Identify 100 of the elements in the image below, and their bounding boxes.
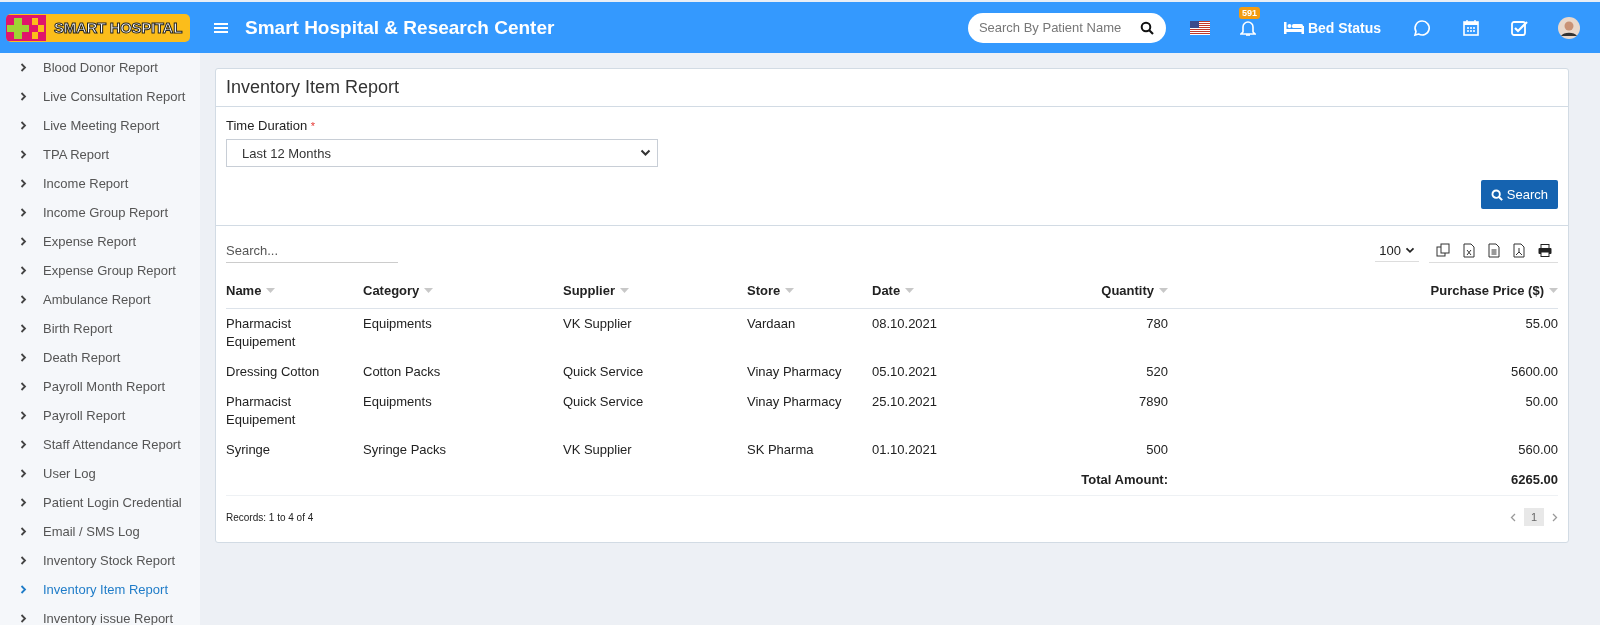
calendar-icon[interactable]	[1463, 19, 1479, 36]
sidebar-item[interactable]: Payroll Month Report	[0, 372, 200, 401]
excel-file-icon[interactable]	[1463, 242, 1475, 258]
flag-icon[interactable]	[1189, 20, 1210, 35]
sort-icon	[905, 287, 915, 293]
table-cell: SK Pharma	[747, 442, 814, 457]
chevron-down-icon	[640, 149, 651, 157]
table-cell: Pharmacist Equipement	[226, 316, 296, 349]
sidebar-item[interactable]: Email / SMS Log	[0, 517, 200, 546]
sort-icon	[1549, 287, 1558, 293]
table-cell: 55.00	[1525, 316, 1558, 331]
sort-icon	[424, 287, 434, 293]
chevron-right-icon	[20, 150, 27, 159]
chevron-right-icon	[20, 556, 27, 565]
table-cell: 01.10.2021	[872, 442, 938, 457]
chevron-right-icon	[20, 208, 27, 217]
logo-text: SMART HOSPITAL	[54, 19, 183, 36]
patient-search-field[interactable]: Search By Patient Name	[967, 12, 1166, 43]
sidebar-item[interactable]: Live Meeting Report	[0, 111, 200, 140]
search-button[interactable]: Search	[1480, 180, 1558, 209]
sidebar-item[interactable]: Inventory Stock Report	[0, 546, 200, 575]
chevron-right-icon	[20, 353, 27, 362]
sidebar-item[interactable]: Expense Report	[0, 227, 200, 256]
table-cell: Vardaan	[747, 316, 796, 331]
sidebar-item[interactable]: Death Report	[0, 343, 200, 372]
sort-icon	[266, 287, 276, 293]
text-file-icon[interactable]	[1488, 242, 1500, 258]
table-cell: VK Supplier	[563, 442, 632, 457]
table-cell: 520	[1146, 364, 1168, 379]
column-header[interactable]: Date	[872, 272, 992, 309]
menu-icon[interactable]	[214, 21, 228, 34]
records-info: Records: 1 to 4 of 4	[226, 511, 314, 523]
sidebar-item[interactable]: Live Consultation Report	[0, 82, 200, 111]
table-cell: Cotton Packs	[363, 364, 441, 379]
column-header[interactable]: Name	[226, 272, 363, 309]
column-header[interactable]: Supplier	[563, 272, 747, 309]
chevron-right-icon	[20, 382, 27, 391]
sidebar-item[interactable]: Income Report	[0, 169, 200, 198]
table-cell: Equipments	[363, 394, 432, 409]
sidebar-item[interactable]: Birth Report	[0, 314, 200, 343]
next-page-icon[interactable]	[1552, 512, 1558, 522]
copy-icon[interactable]	[1436, 243, 1450, 257]
chevron-right-icon	[20, 498, 27, 507]
bed-icon	[1283, 21, 1304, 34]
previous-page-icon[interactable]	[1509, 512, 1516, 522]
chevron-down-icon	[1405, 247, 1415, 254]
sidebar-item[interactable]: Inventory Item Report	[0, 575, 200, 604]
table-cell: Quick Service	[563, 394, 644, 409]
bell-icon[interactable]	[1239, 18, 1256, 37]
chevron-right-icon	[20, 266, 27, 275]
chevron-right-icon	[20, 527, 27, 536]
printer-icon[interactable]	[1538, 243, 1552, 257]
table-cell: Equipments	[363, 316, 432, 331]
table-cell: Pharmacist Equipement	[226, 394, 296, 427]
chevron-right-icon	[20, 179, 27, 188]
sidebar-item[interactable]: Income Group Report	[0, 198, 200, 227]
chevron-right-icon	[20, 585, 27, 594]
pdf-file-icon[interactable]	[1513, 242, 1525, 258]
table-cell: 7890	[1139, 394, 1168, 409]
sort-icon	[785, 287, 795, 293]
sidebar-item[interactable]: Expense Group Report	[0, 256, 200, 285]
app-title: Smart Hospital & Research Center	[245, 16, 555, 39]
sidebar-item[interactable]: Blood Donor Report	[0, 53, 200, 82]
sidebar-item[interactable]: Ambulance Report	[0, 285, 200, 314]
chevron-right-icon	[20, 440, 27, 449]
sidebar-item[interactable]: Patient Login Credential	[0, 488, 200, 517]
sort-icon	[1159, 287, 1168, 293]
search-icon[interactable]	[1139, 20, 1154, 35]
checkbox-icon[interactable]	[1511, 19, 1528, 36]
time-duration-select[interactable]: Last 12 Months	[226, 139, 658, 167]
chevron-right-icon	[20, 92, 27, 101]
column-header[interactable]: Store	[747, 272, 872, 309]
sidebar-item[interactable]: Payroll Report	[0, 401, 200, 430]
total-label: Total Amount:	[1081, 472, 1168, 487]
page-size-select[interactable]: 100	[1375, 240, 1419, 262]
chevron-right-icon	[20, 237, 27, 246]
notification-badge: 591	[1238, 6, 1260, 19]
column-header[interactable]: Quantity	[992, 272, 1176, 309]
column-header[interactable]: Purchase Price ($)	[1168, 272, 1558, 309]
page-number[interactable]: 1	[1523, 508, 1544, 526]
report-title: Inventory Item Report	[226, 77, 401, 98]
sidebar-item[interactable]: Inventory issue Report	[0, 604, 200, 625]
sidebar-item[interactable]: Staff Attendance Report	[0, 430, 200, 459]
table-cell: 780	[1146, 316, 1168, 331]
table-cell: 5600.00	[1511, 364, 1558, 379]
sidebar-item[interactable]: TPA Report	[0, 140, 200, 169]
chevron-right-icon	[20, 324, 27, 333]
user-avatar[interactable]	[1558, 16, 1580, 39]
table-cell: Syringe Packs	[363, 442, 447, 457]
sidebar-item[interactable]: User Log	[0, 459, 200, 488]
chevron-right-icon	[20, 121, 27, 130]
table-cell: Vinay Pharmacy	[747, 364, 842, 379]
table-cell: Dressing Cotton	[226, 364, 320, 379]
table-cell: 25.10.2021	[872, 394, 938, 409]
table-cell: 50.00	[1525, 394, 1558, 409]
chevron-right-icon	[20, 411, 27, 420]
column-header[interactable]: Category	[363, 272, 563, 309]
table-cell: 08.10.2021	[872, 316, 938, 331]
chat-bubble-icon[interactable]	[1413, 18, 1431, 37]
field-label: Time Duration *	[226, 118, 317, 133]
